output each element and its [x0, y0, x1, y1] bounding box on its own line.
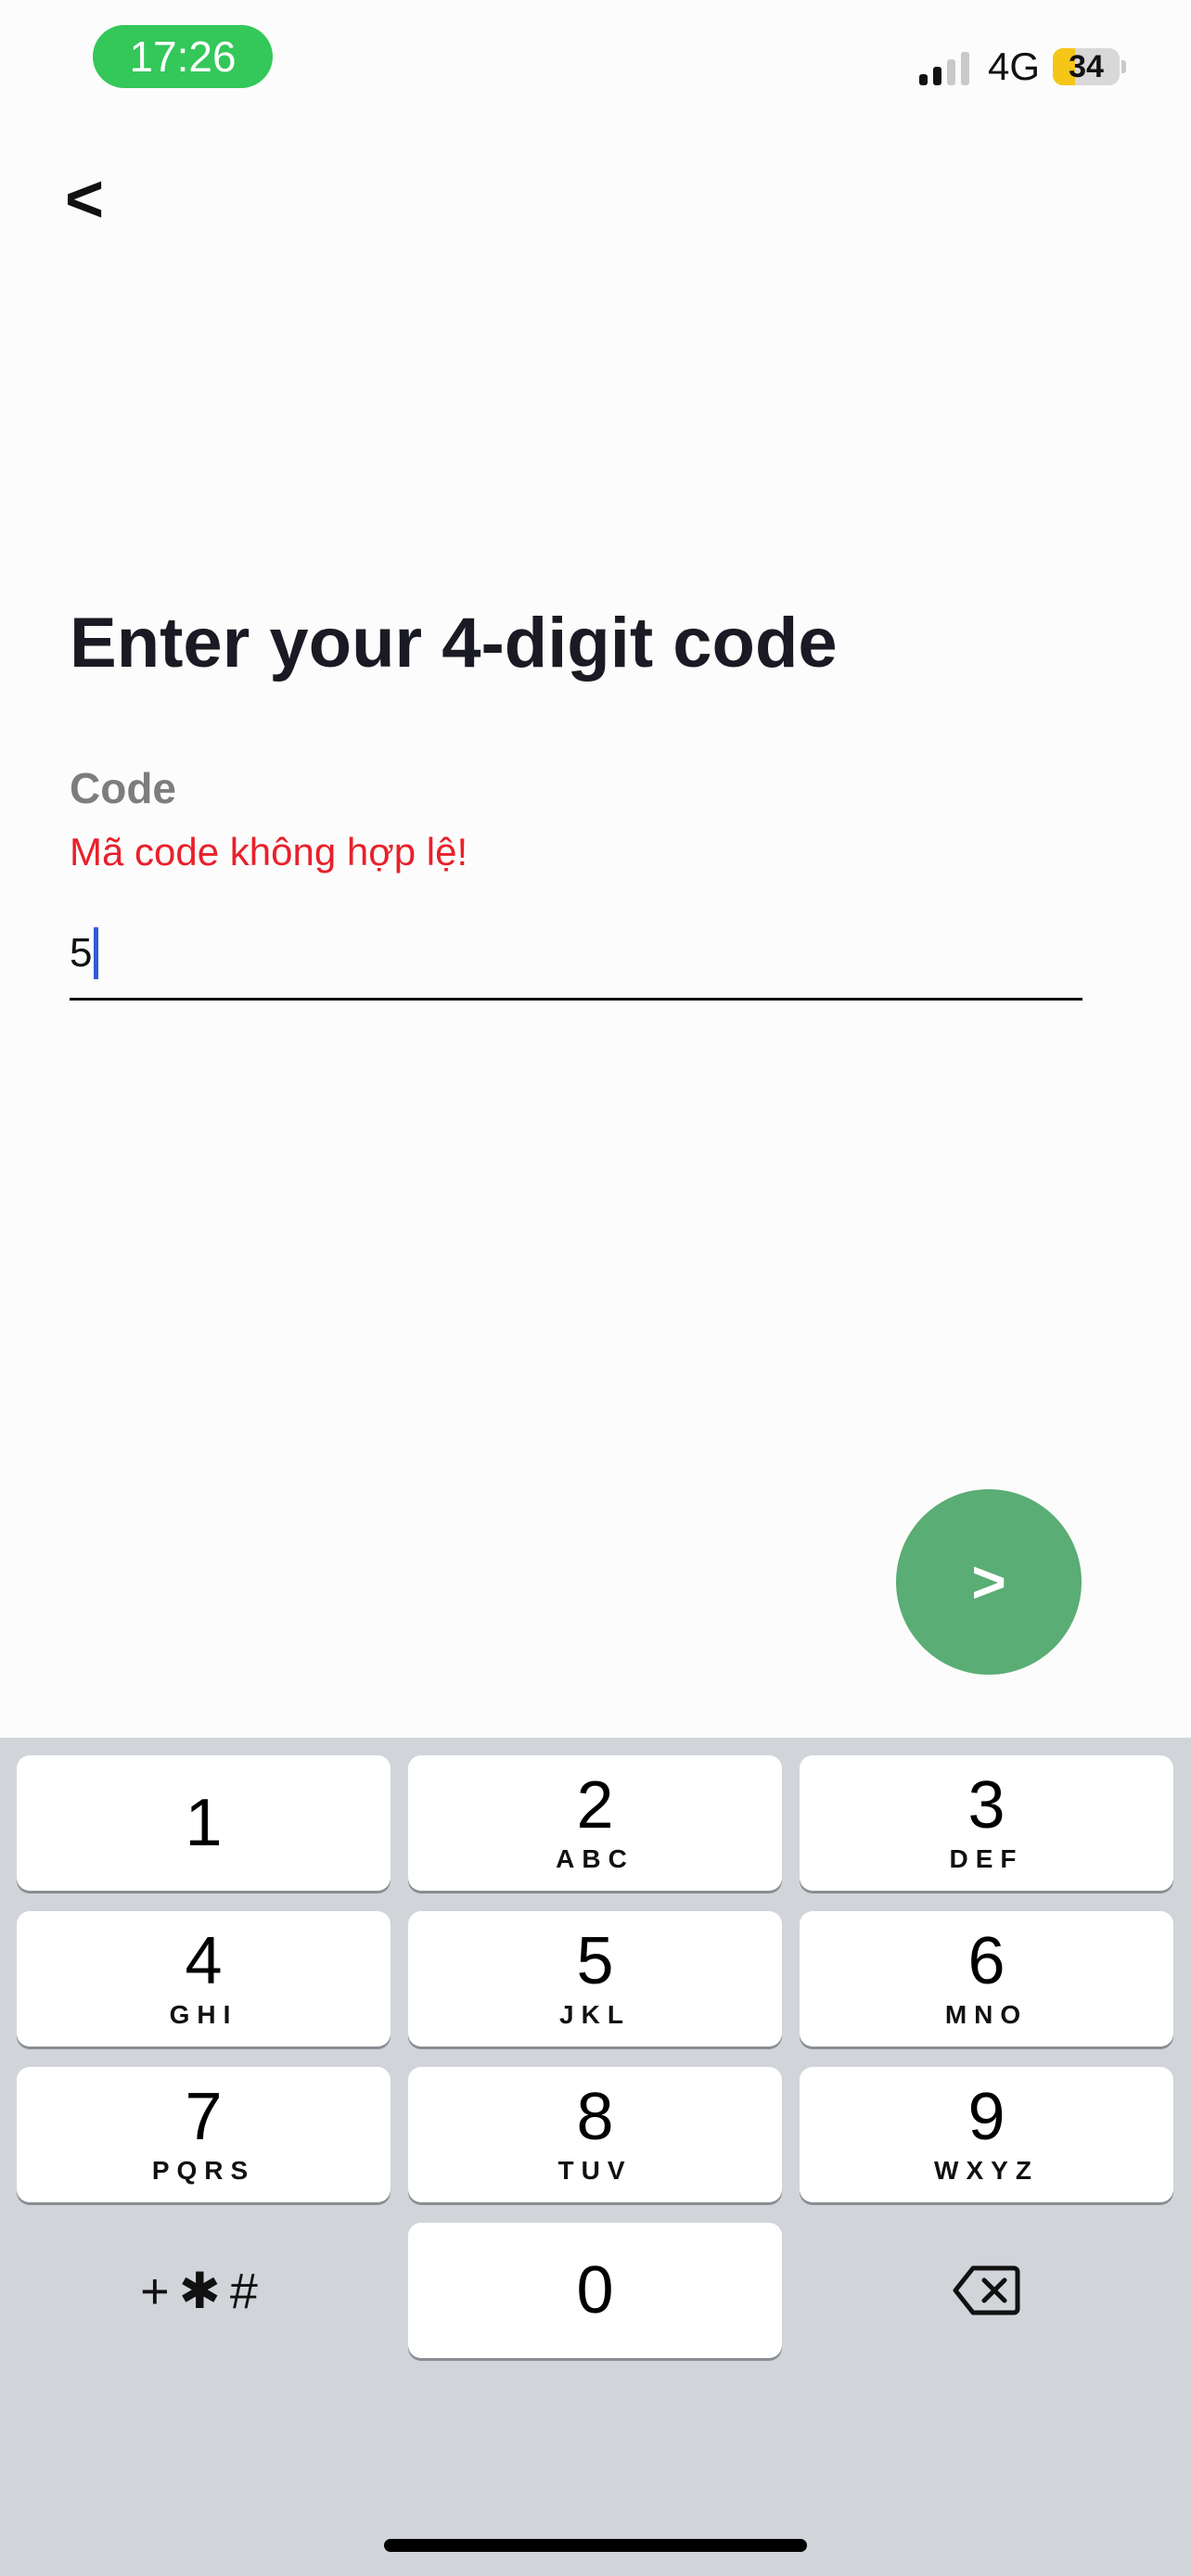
key-letters: TUV — [557, 2156, 633, 2185]
status-indicators: 4G 34 — [918, 39, 1126, 95]
key-5[interactable]: 5 JKL — [408, 1911, 782, 2047]
key-3[interactable]: 3 DEF — [800, 1755, 1173, 1891]
back-button[interactable]: < — [65, 158, 139, 241]
next-button[interactable]: > — [896, 1489, 1082, 1675]
key-digit: 4 — [185, 1924, 223, 1998]
network-type: 4G — [987, 45, 1040, 88]
battery-tip — [1121, 60, 1126, 73]
error-message: Mã code không hợp lệ! — [70, 830, 468, 874]
code-input[interactable]: 5 — [70, 909, 1082, 1001]
key-letters: WXYZ — [934, 2156, 1039, 2185]
delete-key[interactable] — [800, 2223, 1173, 2358]
key-digit: 2 — [576, 1768, 614, 1843]
key-1[interactable]: 1 — [17, 1755, 391, 1891]
key-letters: JKL — [559, 2000, 631, 2029]
backspace-icon — [953, 2265, 1019, 2315]
key-4[interactable]: 4 GHI — [17, 1911, 391, 2047]
battery-percentage: 34 — [1069, 48, 1104, 84]
key-letters: ABC — [556, 1844, 634, 1873]
symbols-key[interactable]: +✱# — [17, 2223, 391, 2358]
signal-icon — [918, 48, 969, 85]
code-field-label: Code — [70, 764, 176, 812]
key-letters: DEF — [949, 1844, 1024, 1873]
key-letters: MNO — [944, 2000, 1029, 2029]
key-digit: 5 — [576, 1924, 614, 1998]
key-digit: 8 — [576, 2080, 614, 2154]
key-8[interactable]: 8 TUV — [408, 2067, 782, 2202]
numeric-keypad: 1 2 ABC 3 DEF 4 GHI 5 JKL 6 MNO 7 PQRS 8… — [0, 1738, 1191, 2576]
key-2[interactable]: 2 ABC — [408, 1755, 782, 1891]
key-digit: 9 — [967, 2080, 1005, 2154]
page-title: Enter your 4-digit code — [70, 604, 838, 682]
key-7[interactable]: 7 PQRS — [17, 2067, 391, 2202]
key-digit: 3 — [967, 1768, 1005, 1843]
status-time: 17:26 — [93, 25, 273, 88]
battery-icon: 34 — [1053, 48, 1120, 85]
key-9[interactable]: 9 WXYZ — [800, 2067, 1173, 2202]
key-letters: PQRS — [151, 2156, 256, 2185]
key-digit: 7 — [185, 2080, 223, 2154]
key-digit: 0 — [576, 2253, 614, 2327]
home-indicator[interactable] — [384, 2539, 807, 2552]
key-letters: GHI — [169, 2000, 238, 2029]
key-digit: 1 — [185, 1786, 223, 1860]
text-cursor — [94, 927, 99, 979]
key-6[interactable]: 6 MNO — [800, 1911, 1173, 2047]
key-digit: 6 — [967, 1924, 1005, 1998]
code-input-value: 5 — [70, 930, 93, 976]
key-0[interactable]: 0 — [408, 2223, 782, 2358]
symbols-label: +✱# — [140, 2263, 267, 2319]
